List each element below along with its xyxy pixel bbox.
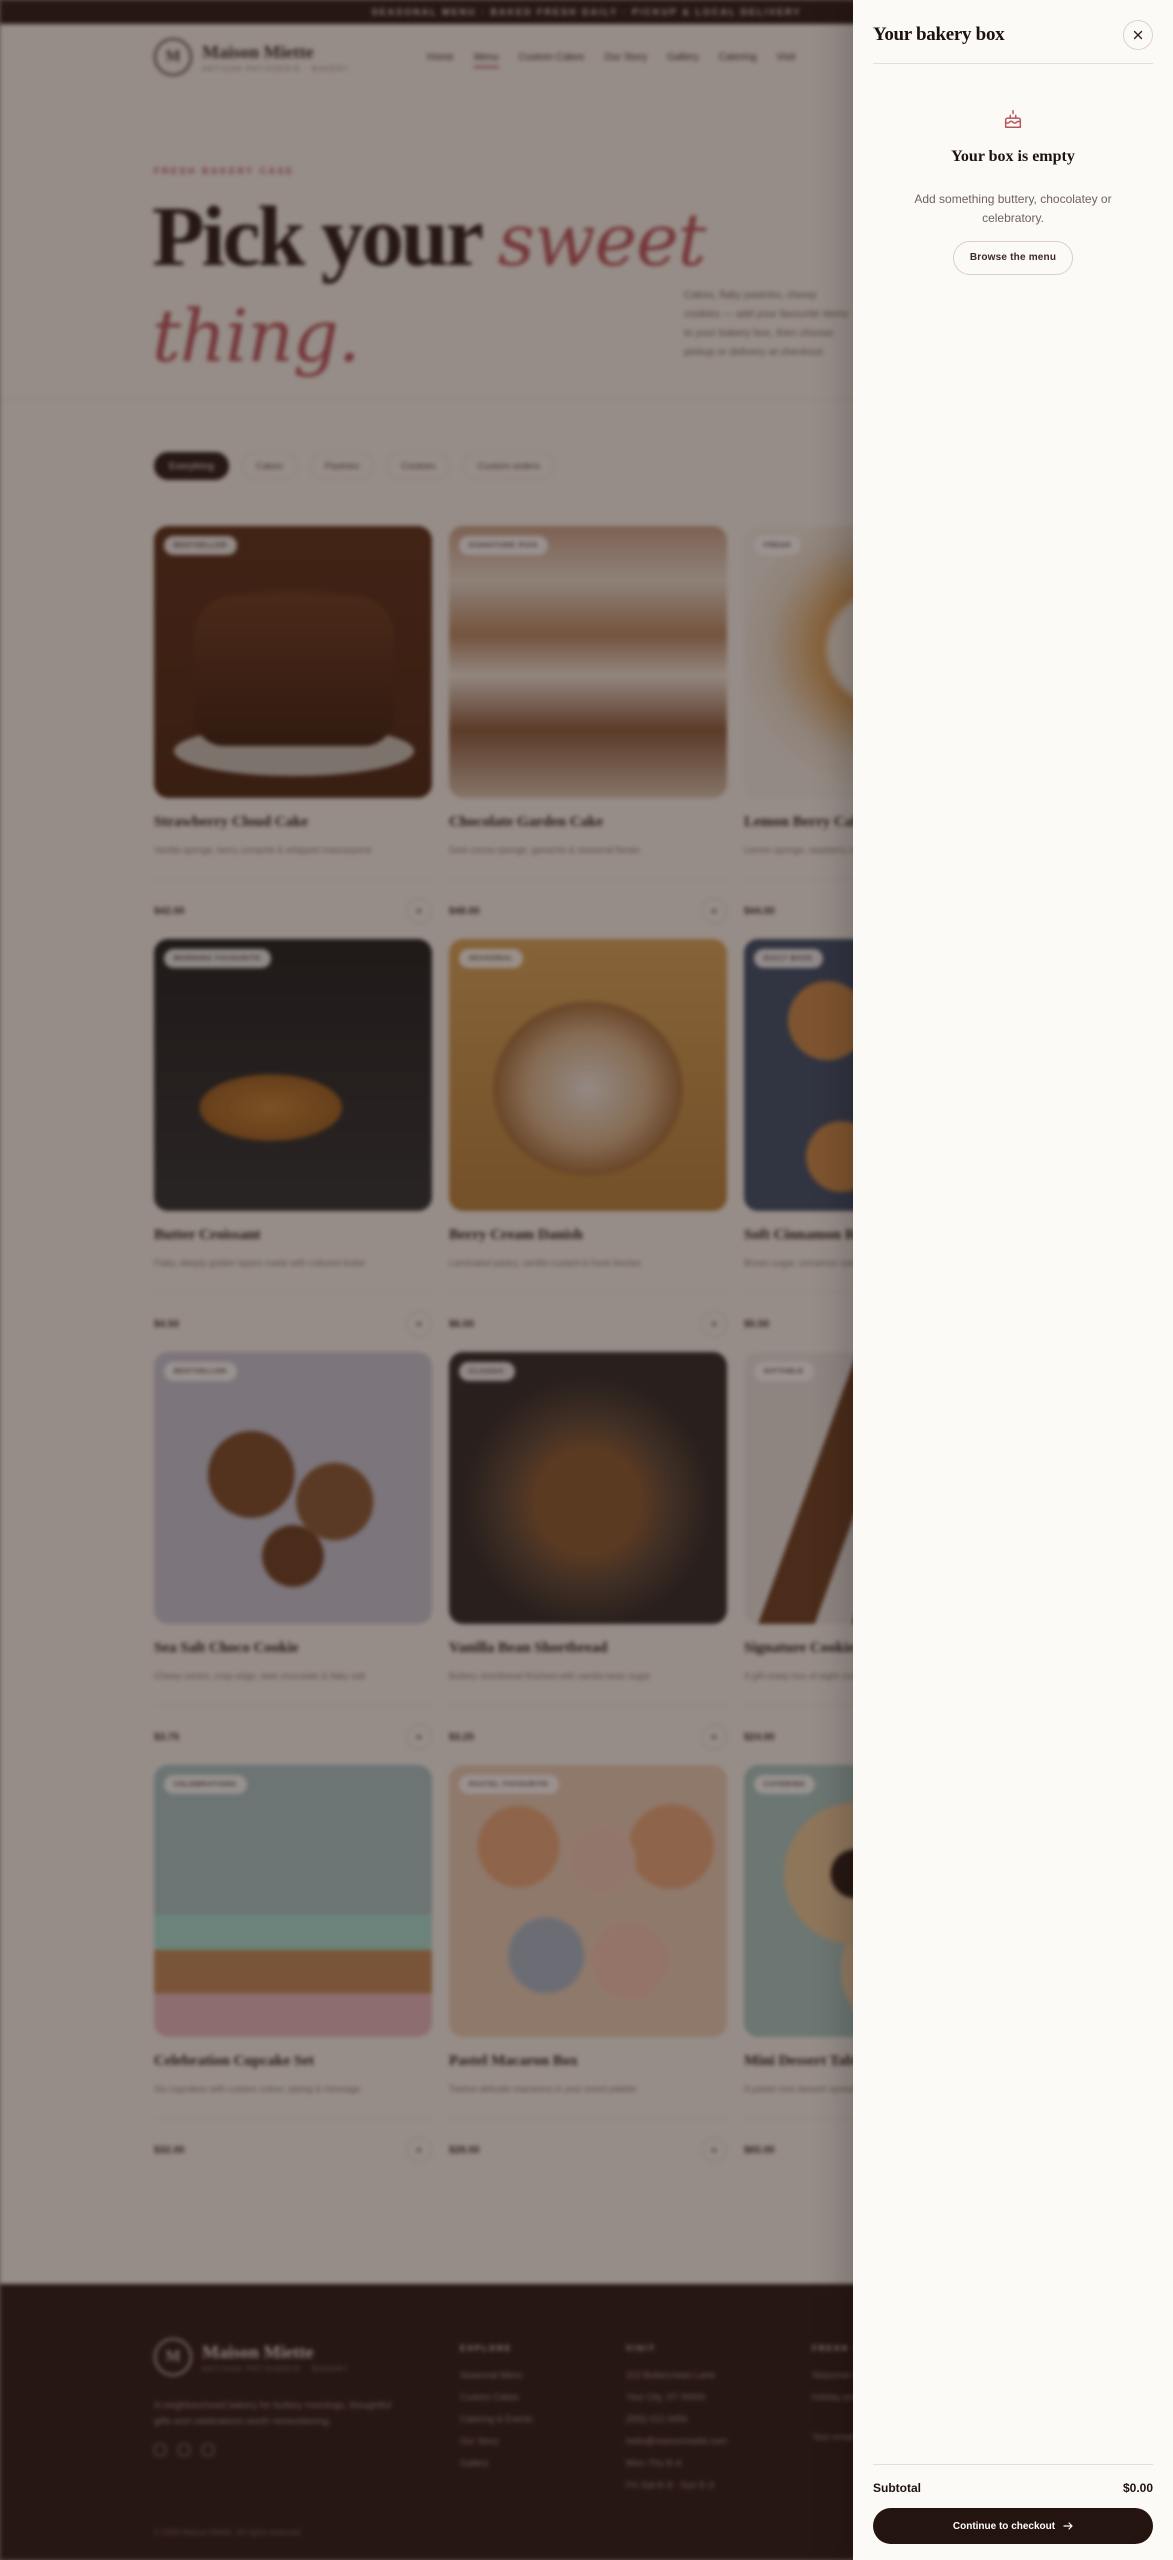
cake-icon	[1004, 110, 1022, 128]
subtotal-value: $0.00	[1122, 2481, 1153, 2495]
bakery-box-drawer: Your bakery box Your box is empty Add so…	[853, 0, 1173, 2560]
checkout-button[interactable]: Continue to checkout	[873, 2508, 1153, 2544]
arrow-right-icon	[1063, 2522, 1073, 2530]
drawer-header: Your bakery box	[873, 12, 1153, 64]
subtotal-row: Subtotal $0.00	[873, 2481, 1153, 2495]
close-icon	[1133, 30, 1143, 40]
drawer-title: Your bakery box	[873, 24, 1005, 45]
browse-menu-button[interactable]: Browse the menu	[952, 241, 1074, 275]
close-button[interactable]	[1123, 20, 1153, 50]
subtotal-label: Subtotal	[873, 2481, 921, 2495]
empty-state: Your box is empty Add something buttery,…	[873, 108, 1153, 275]
drawer-overlay[interactable]	[0, 0, 853, 2560]
checkout-label: Continue to checkout	[952, 2520, 1056, 2532]
drawer-footer: Subtotal $0.00 Continue to checkout	[873, 2464, 1153, 2544]
empty-message: Add something buttery, chocolatey or cel…	[914, 192, 1112, 225]
empty-title: Your box is empty	[951, 148, 1075, 165]
